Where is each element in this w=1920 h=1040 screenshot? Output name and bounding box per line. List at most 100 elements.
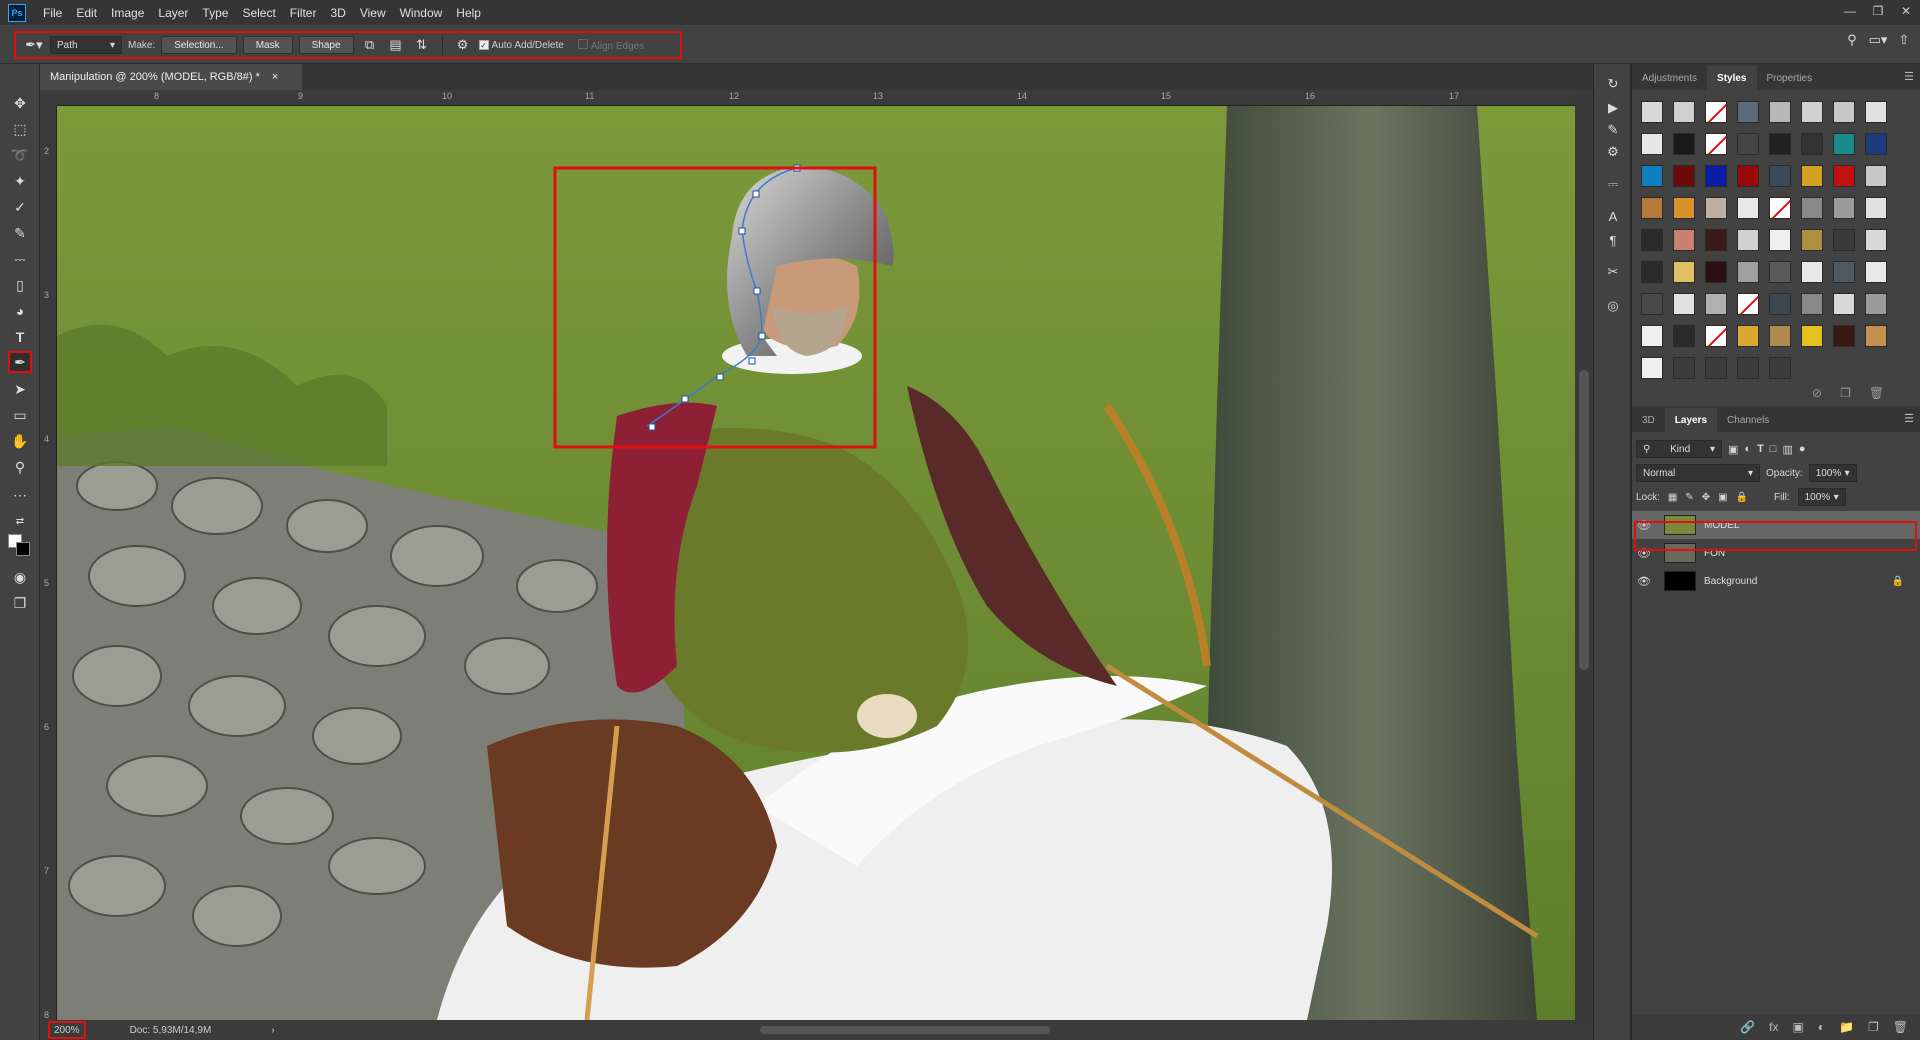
type-filter-icon[interactable]: T: [1757, 443, 1764, 455]
style-swatch[interactable]: [1833, 325, 1855, 347]
style-swatch[interactable]: [1673, 197, 1695, 219]
style-swatch[interactable]: [1673, 261, 1695, 283]
zoom-tool-icon[interactable]: ⚲: [8, 456, 32, 478]
menu-window[interactable]: Window: [393, 6, 450, 20]
style-swatch[interactable]: [1801, 229, 1823, 251]
pixel-filter-icon[interactable]: ▣: [1728, 443, 1738, 456]
link-layers-icon[interactable]: 🔗: [1740, 1020, 1755, 1034]
hand-tool-icon[interactable]: ✋: [8, 430, 32, 452]
style-swatch-none[interactable]: [1705, 325, 1727, 347]
opacity-input[interactable]: 100% ▾: [1808, 464, 1857, 482]
paint-bucket-tool-icon[interactable]: ◕: [8, 300, 32, 322]
magic-wand-tool-icon[interactable]: ✦: [8, 170, 32, 192]
style-swatch[interactable]: [1769, 357, 1791, 379]
path-arrangement-icon[interactable]: ⇅: [412, 36, 432, 54]
make-shape-button[interactable]: Shape: [298, 36, 354, 54]
style-swatch[interactable]: [1833, 165, 1855, 187]
style-swatch[interactable]: [1673, 101, 1695, 123]
status-menu-arrow[interactable]: ›: [271, 1025, 274, 1036]
horizontal-scroll-thumb[interactable]: [760, 1026, 1050, 1034]
path-alignment-icon[interactable]: ▤: [386, 36, 406, 54]
style-swatch[interactable]: [1737, 165, 1759, 187]
menu-3d[interactable]: 3D: [323, 6, 352, 20]
style-swatch[interactable]: [1705, 261, 1727, 283]
lock-artboard-icon[interactable]: ▣: [1718, 492, 1727, 503]
libraries-icon[interactable]: ◎: [1603, 296, 1623, 316]
tool-presets-icon[interactable]: ✂: [1603, 262, 1623, 282]
menu-help[interactable]: Help: [449, 6, 488, 20]
tab-channels[interactable]: Channels: [1717, 408, 1779, 432]
layers-menu-icon[interactable]: ☰: [1904, 412, 1914, 425]
style-swatch[interactable]: [1641, 229, 1663, 251]
lasso-tool-icon[interactable]: ➰: [8, 144, 32, 166]
style-swatch[interactable]: [1737, 101, 1759, 123]
style-swatch-none[interactable]: [1737, 293, 1759, 315]
search-icon[interactable]: ⚲: [1842, 31, 1862, 49]
stamp-tool-icon[interactable]: ⎓: [8, 248, 32, 270]
clone-source-icon[interactable]: ⎓: [1603, 174, 1623, 194]
new-layer-icon[interactable]: ❐: [1868, 1020, 1879, 1034]
style-swatch[interactable]: [1801, 261, 1823, 283]
close-tab-icon[interactable]: ×: [272, 71, 278, 83]
vertical-scrollbar[interactable]: [1575, 90, 1593, 1020]
style-swatch-none[interactable]: [1769, 197, 1791, 219]
align-edges-checkbox[interactable]: Align Edges: [577, 38, 644, 52]
quick-mask-icon[interactable]: ◉: [8, 566, 32, 588]
style-swatch[interactable]: [1705, 197, 1727, 219]
style-swatch[interactable]: [1865, 133, 1887, 155]
style-swatch[interactable]: [1865, 325, 1887, 347]
style-swatch[interactable]: [1705, 357, 1727, 379]
vertical-scroll-thumb[interactable]: [1579, 370, 1589, 670]
workspace-icon[interactable]: ▭▾: [1868, 31, 1888, 49]
menu-file[interactable]: File: [36, 6, 69, 20]
tab-3d[interactable]: 3D: [1632, 408, 1665, 432]
style-swatch[interactable]: [1737, 261, 1759, 283]
eyedropper-tool-icon[interactable]: ✓: [8, 196, 32, 218]
clear-style-icon[interactable]: ⊘: [1812, 386, 1822, 400]
lock-position-icon[interactable]: ✥: [1702, 492, 1710, 503]
screen-mode-icon[interactable]: ❐: [8, 592, 32, 614]
vertical-ruler[interactable]: 2 3 4 5 6 7 8: [40, 106, 57, 1020]
style-swatch[interactable]: [1769, 325, 1791, 347]
style-swatch[interactable]: [1801, 133, 1823, 155]
style-swatch[interactable]: [1673, 293, 1695, 315]
style-swatch[interactable]: [1737, 133, 1759, 155]
brush-tool-icon[interactable]: ✎: [8, 222, 32, 244]
style-swatch[interactable]: [1705, 229, 1727, 251]
filter-toggle-icon[interactable]: ●: [1799, 443, 1806, 455]
path-operations-icon[interactable]: ⧉: [360, 36, 380, 54]
style-swatch[interactable]: [1769, 101, 1791, 123]
pen-mode-select[interactable]: Path ▾: [50, 36, 122, 54]
style-swatch[interactable]: [1737, 325, 1759, 347]
add-mask-icon[interactable]: ▣: [1792, 1020, 1803, 1034]
eraser-tool-icon[interactable]: ▯: [8, 274, 32, 296]
style-swatch[interactable]: [1641, 293, 1663, 315]
style-swatch[interactable]: [1641, 357, 1663, 379]
make-selection-button[interactable]: Selection...: [161, 36, 237, 54]
document-canvas[interactable]: [57, 106, 1575, 1020]
make-mask-button[interactable]: Mask: [242, 36, 293, 54]
style-swatch[interactable]: [1641, 197, 1663, 219]
close-window-icon[interactable]: ✕: [1892, 0, 1920, 22]
style-swatch[interactable]: [1833, 261, 1855, 283]
style-swatch-none[interactable]: [1705, 133, 1727, 155]
fill-input[interactable]: 100% ▾: [1797, 488, 1846, 506]
style-swatch[interactable]: [1801, 197, 1823, 219]
menu-edit[interactable]: Edit: [69, 6, 104, 20]
style-swatch[interactable]: [1705, 165, 1727, 187]
style-swatch[interactable]: [1641, 165, 1663, 187]
tab-styles[interactable]: Styles: [1707, 66, 1757, 90]
tab-layers[interactable]: Layers: [1664, 408, 1718, 432]
style-swatch[interactable]: [1769, 261, 1791, 283]
menu-filter[interactable]: Filter: [283, 6, 324, 20]
panel-menu-icon[interactable]: ☰: [1904, 70, 1914, 83]
style-swatch[interactable]: [1865, 261, 1887, 283]
fx-icon[interactable]: fx: [1769, 1020, 1778, 1034]
delete-style-icon[interactable]: 🗑: [1869, 386, 1884, 400]
style-swatch[interactable]: [1737, 229, 1759, 251]
style-swatch[interactable]: [1769, 133, 1791, 155]
style-swatch[interactable]: [1641, 261, 1663, 283]
style-swatch[interactable]: [1641, 325, 1663, 347]
gear-icon[interactable]: ⚙: [453, 36, 473, 54]
style-swatch[interactable]: [1833, 133, 1855, 155]
